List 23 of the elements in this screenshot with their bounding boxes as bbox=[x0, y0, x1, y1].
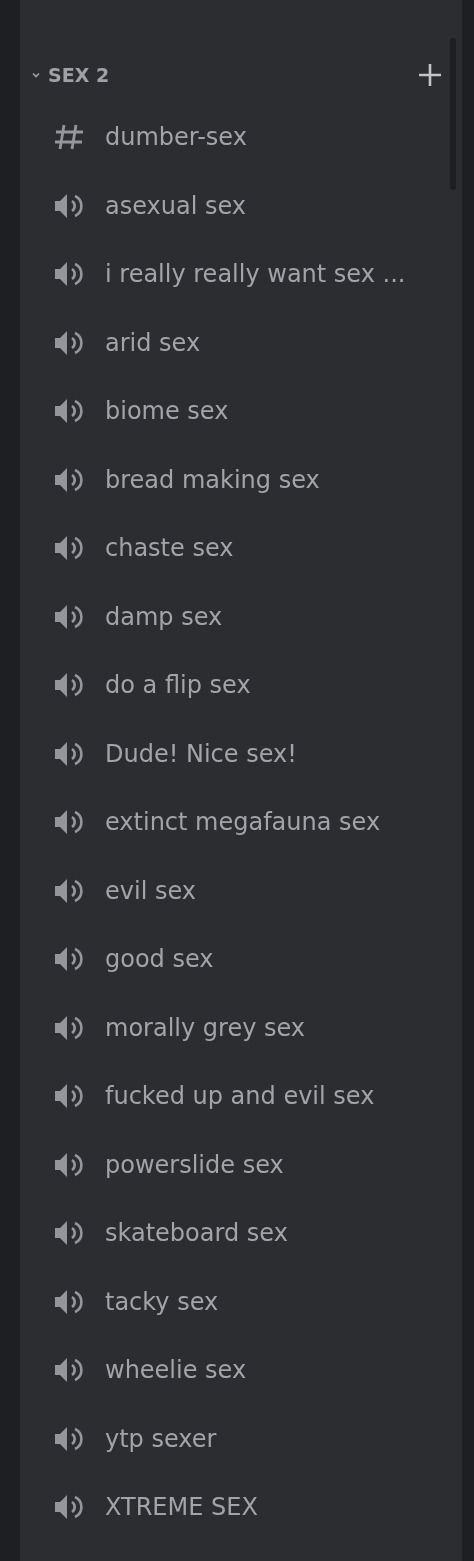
channel-item[interactable]: biome sex bbox=[20, 377, 462, 446]
channel-item[interactable]: bread making sex bbox=[20, 445, 462, 514]
category-header[interactable]: SEX 2 bbox=[30, 64, 110, 86]
channel-item[interactable]: extinct megafauna sex bbox=[20, 788, 462, 857]
channel-item[interactable]: Dude! Nice sex! bbox=[20, 719, 462, 788]
channel-item[interactable]: chaste sex bbox=[20, 514, 462, 583]
channel-item[interactable]: XTREME SEX bbox=[20, 1473, 462, 1542]
channel-item[interactable]: fucked up and evil sex bbox=[20, 1062, 462, 1131]
channel-item[interactable]: arid sex bbox=[20, 308, 462, 377]
channel-item[interactable]: wheelie sex bbox=[20, 1336, 462, 1405]
channel-item[interactable]: skateboard sex bbox=[20, 1199, 462, 1268]
channel-item[interactable]: dumber-sex bbox=[20, 103, 462, 172]
channel-item[interactable]: tacky sex bbox=[20, 1267, 462, 1336]
channel-item[interactable]: asexual sex bbox=[20, 171, 462, 240]
channel-item[interactable]: evil sex bbox=[20, 856, 462, 925]
plus-icon[interactable] bbox=[417, 62, 443, 88]
channel-item[interactable]: good sex bbox=[20, 925, 462, 994]
channel-item[interactable]: i really really want sex ... bbox=[20, 240, 462, 309]
channel-item[interactable]: damp sex bbox=[20, 582, 462, 651]
channel-item[interactable]: ytp sexer bbox=[20, 1404, 462, 1473]
channel-item[interactable]: do a flip sex bbox=[20, 651, 462, 720]
channel-item[interactable]: powerslide sex bbox=[20, 1130, 462, 1199]
channel-item[interactable]: morally grey sex bbox=[20, 993, 462, 1062]
